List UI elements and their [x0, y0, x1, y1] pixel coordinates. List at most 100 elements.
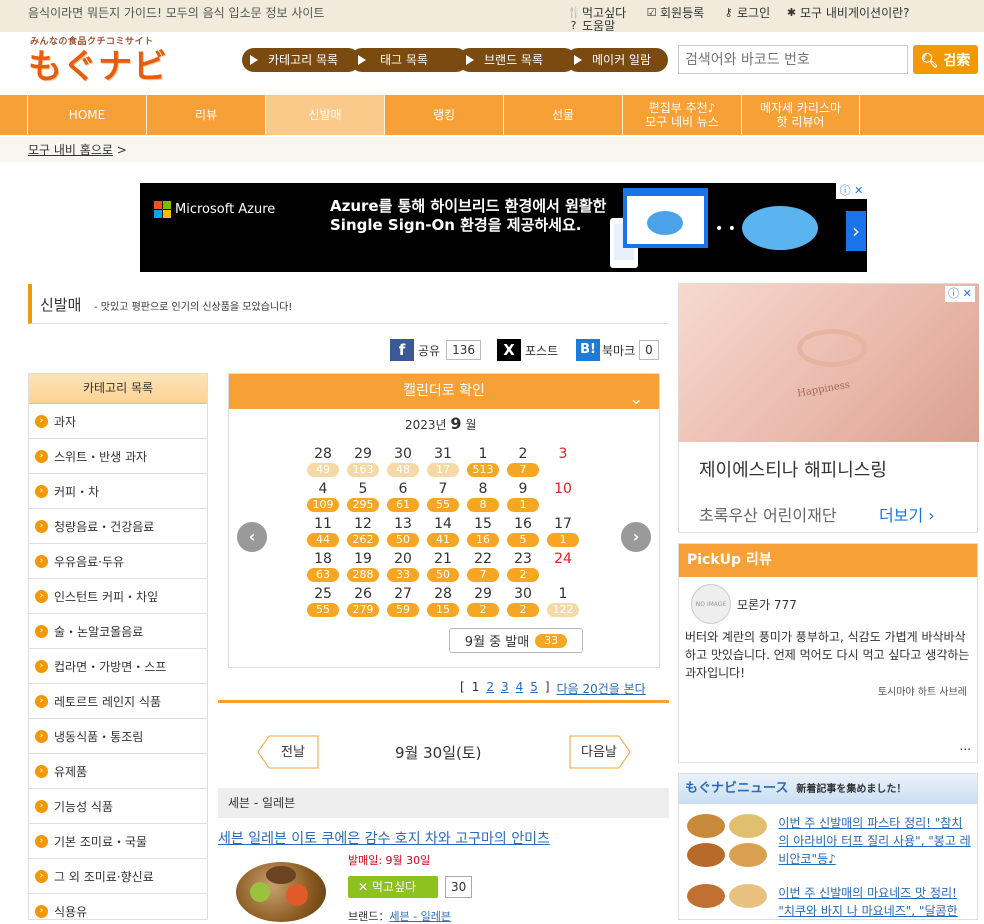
x-post-button[interactable]: X 포스트 — [497, 339, 558, 361]
calendar-day[interactable]: 24 — [546, 551, 580, 567]
side-ad-more-link[interactable]: 더보기 › — [879, 502, 935, 526]
calendar-day[interactable]: 18 63 — [306, 551, 340, 582]
calendar-day[interactable]: 19 288 — [346, 551, 380, 582]
nav-editor-news[interactable]: 편집부 추천♪ 모구 네비 뉴스 — [622, 95, 741, 135]
news-item-text[interactable]: 이번 주 신발매의 파스타 정리! "참치의 아라비아 터프 질리 사용", "… — [778, 814, 972, 868]
calendar-day[interactable]: 22 7 — [466, 551, 500, 582]
calendar-day[interactable]: 5 295 — [346, 481, 380, 512]
site-logo[interactable]: みんなの食品クチコミサイト もぐナビ — [28, 34, 168, 88]
calendar-day[interactable]: 16 5 — [506, 516, 540, 547]
breadcrumb-home-link[interactable]: 모구 내비 홈으로 — [28, 143, 113, 157]
prev-month-button[interactable]: ‹ — [237, 522, 267, 552]
category-item[interactable]: › 기본 조미료・국물 — [29, 824, 207, 859]
tag-list-button[interactable]: 태그 목록 — [350, 48, 468, 72]
calendar-day[interactable]: 23 2 — [506, 551, 540, 582]
calendar-day[interactable]: 25 55 — [306, 586, 340, 617]
register-link[interactable]: ☑ 회원등록 — [645, 4, 705, 21]
nav-hot-reviewer[interactable]: 메자세 카리스마 핫 리뷰어 — [741, 95, 860, 135]
next-day-button[interactable]: 다음날 — [569, 735, 631, 769]
calendar-day[interactable]: 28 49 — [306, 446, 340, 477]
category-item[interactable]: › 레토르트 레인지 식품 — [29, 684, 207, 719]
category-item[interactable]: › 유제품 — [29, 754, 207, 789]
category-item[interactable]: › 식용유 — [29, 894, 207, 919]
login-link[interactable]: ⚷ 로그인 — [722, 4, 770, 21]
more-icon[interactable]: ... — [960, 739, 971, 753]
brand-list-button[interactable]: 브랜드 목록 — [458, 48, 576, 72]
category-item[interactable]: › 커피・차 — [29, 474, 207, 509]
brand-link[interactable]: 세븐 - 일레븐 — [389, 910, 451, 923]
category-item[interactable]: › 스위트・반생 과자 — [29, 439, 207, 474]
calendar-day[interactable]: 11 44 — [306, 516, 340, 547]
category-item[interactable]: › 냉동식품・통조림 — [29, 719, 207, 754]
calendar-day[interactable]: 15 16 — [466, 516, 500, 547]
nav-home[interactable]: HOME — [27, 95, 146, 135]
category-item[interactable]: › 우유음료·두유 — [29, 544, 207, 579]
search-button[interactable]: 🔍︎ 검索 — [913, 45, 978, 74]
calendar-day[interactable]: 17 1 — [546, 516, 580, 547]
calendar-toggle[interactable]: 캘린더로 확인 ⌄ — [229, 374, 659, 409]
review-product[interactable]: 토시마야 하트 사브레 — [878, 683, 967, 698]
review-text[interactable]: 버터와 계란의 풍미가 풍부하고, 식감도 가볍게 바삭바삭하고 맛있습니다. … — [685, 628, 973, 682]
calendar-day[interactable]: 27 59 — [386, 586, 420, 617]
calendar-day[interactable]: 13 50 — [386, 516, 420, 547]
nav-ranking[interactable]: 랭킹 — [384, 95, 503, 135]
hatena-bookmark-button[interactable]: B! 북마크 0 — [576, 339, 659, 361]
nav-new-release[interactable]: 신발매 — [265, 95, 384, 135]
news-item-text[interactable]: 이번 주 신발매의 마요네즈 맛 정리! "치쿠와 바지 나 마요네즈", "달… — [778, 884, 972, 919]
pager-page-3[interactable]: 3 — [501, 680, 509, 697]
product-title-link[interactable]: 세븐 일레븐 이토 쿠에은 감수 호지 차와 고구마의 안미츠 — [218, 828, 550, 848]
news-item[interactable]: 이번 주 신발매의 파스타 정리! "참치의 아라비아 터프 질리 사용", "… — [687, 814, 972, 868]
calendar-day[interactable]: 31 17 — [426, 446, 460, 477]
product-image[interactable] — [236, 862, 326, 922]
pager-page-2[interactable]: 2 — [486, 680, 494, 697]
calendar-day[interactable]: 1 122 — [546, 586, 580, 617]
calendar-day[interactable]: 29 2 — [466, 586, 500, 617]
calendar-day[interactable]: 27 — [506, 446, 540, 477]
prev-day-button[interactable]: 전날 — [257, 735, 319, 769]
category-list-button[interactable]: 카테고리 목록 — [242, 48, 360, 72]
maker-list-button[interactable]: 메이커 일람 — [566, 48, 668, 72]
calendar-day[interactable]: 20 33 — [386, 551, 420, 582]
nav-review[interactable]: 리뷰 — [146, 95, 265, 135]
calendar-day[interactable]: 28 15 — [426, 586, 460, 617]
want-eat-button[interactable]: ✕ 먹고싶다 — [348, 876, 438, 898]
calendar-day[interactable]: 1 513 — [466, 446, 500, 477]
pager-page-4[interactable]: 4 — [516, 680, 524, 697]
calendar-day[interactable]: 26 279 — [346, 586, 380, 617]
help-link[interactable]: ? 도움말 — [567, 17, 616, 34]
calendar-day[interactable]: 3 — [546, 446, 580, 462]
facebook-share-button[interactable]: f 공유 136 — [390, 339, 481, 361]
calendar-day[interactable]: 6 61 — [386, 481, 420, 512]
news-item[interactable]: 이번 주 신발매의 마요네즈 맛 정리! "치쿠와 바지 나 마요네즈", "달… — [687, 884, 972, 919]
about-link[interactable]: ✱ 모구 내비게이션이란? — [785, 4, 910, 21]
banner-ad[interactable]: Microsoft Azure Azure를 통해 하이브리드 환경에서 원활한… — [140, 183, 867, 272]
nav-gift[interactable]: 선물 — [503, 95, 622, 135]
category-item[interactable]: › 컵라면・가방면・스프 — [29, 649, 207, 684]
calendar-day[interactable]: 29 163 — [346, 446, 380, 477]
pager-page-5[interactable]: 5 — [530, 680, 538, 697]
calendar-day[interactable]: 21 50 — [426, 551, 460, 582]
month-release-button[interactable]: 9월 중 발매 33 — [449, 628, 583, 653]
side-ad[interactable]: Happiness ⓘ ✕ 제이에스티나 해피니스링 초록우산 어린이재단 더보… — [678, 283, 979, 533]
chevron-right-icon[interactable]: › — [846, 211, 866, 251]
pager-next-link[interactable]: 다음 20건을 본다 — [557, 680, 646, 697]
calendar-day[interactable]: 14 41 — [426, 516, 460, 547]
calendar-day[interactable]: 91 — [506, 481, 540, 512]
category-item[interactable]: › 과자 — [29, 404, 207, 439]
search-input[interactable] — [678, 45, 908, 74]
category-item[interactable]: › 인스턴트 커피・차잎 — [29, 579, 207, 614]
reviewer-name[interactable]: 모론가 777 — [737, 596, 797, 613]
calendar-day[interactable]: 30 2 — [506, 586, 540, 617]
next-month-button[interactable]: › — [621, 522, 651, 552]
category-item[interactable]: › 술・논알코올음료 — [29, 614, 207, 649]
ad-choices-icon[interactable]: ⓘ ✕ — [945, 286, 975, 302]
category-item[interactable]: › 기능성 식품 — [29, 789, 207, 824]
calendar-day[interactable]: 7 55 — [426, 481, 460, 512]
calendar-day[interactable]: 12 262 — [346, 516, 380, 547]
category-item[interactable]: › 청량음료・건강음료 — [29, 509, 207, 544]
ad-choices-icon[interactable]: ⓘ ✕ — [836, 183, 867, 199]
calendar-day[interactable]: 4 109 — [306, 481, 340, 512]
category-item[interactable]: › 그 외 조미료·향신료 — [29, 859, 207, 894]
calendar-day[interactable]: 88 — [466, 481, 500, 512]
avatar[interactable]: NO IMAGE — [691, 584, 731, 624]
